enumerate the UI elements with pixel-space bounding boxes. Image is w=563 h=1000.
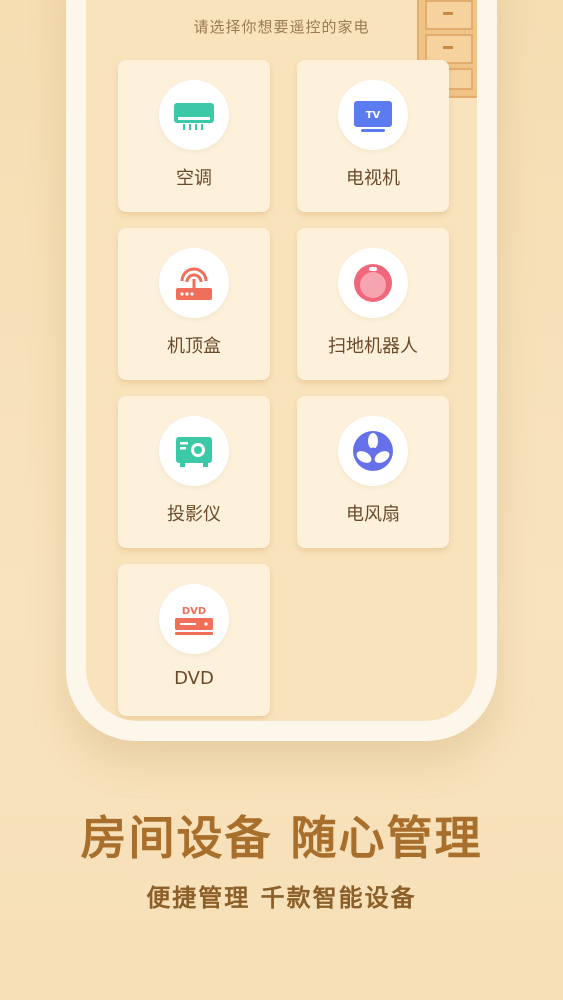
device-card-robot-vacuum[interactable]: 扫地机器人 xyxy=(297,228,449,380)
dvd-icon-text: DVD xyxy=(182,606,206,617)
device-label: 电风扇 xyxy=(346,504,400,525)
device-card-projector[interactable]: 投影仪 xyxy=(118,396,270,548)
device-label: 空调 xyxy=(176,168,212,189)
phone-screen: 请选择你想要遥控的家电 空调 TV 电视机 机顶盒 扫地机器人 投影仪 电风扇 … xyxy=(86,0,477,721)
fan-icon xyxy=(353,431,393,471)
device-label: 扫地机器人 xyxy=(328,336,418,357)
device-card-air-conditioner[interactable]: 空调 xyxy=(118,60,270,212)
robot-vacuum-icon xyxy=(354,264,392,302)
device-card-tv[interactable]: TV 电视机 xyxy=(297,60,449,212)
promo-tagline: 便捷管理 千款智能设备 xyxy=(146,884,417,912)
device-label: 投影仪 xyxy=(167,504,221,525)
device-label: 电视机 xyxy=(346,168,400,189)
tv-icon: TV xyxy=(354,101,392,132)
device-card-dvd[interactable]: DVD DVD xyxy=(118,564,270,716)
projector-icon xyxy=(176,437,212,467)
tv-icon-text: TV xyxy=(366,110,381,121)
select-appliance-prompt: 请选择你想要遥控的家电 xyxy=(193,18,370,36)
set-top-box-icon xyxy=(176,267,212,300)
dvd-player-icon: DVD xyxy=(175,606,213,635)
device-label: DVD xyxy=(174,668,214,689)
device-label: 机顶盒 xyxy=(167,336,221,357)
air-conditioner-icon xyxy=(174,103,214,130)
promo-headline: 房间设备 随心管理 xyxy=(80,811,483,865)
device-card-fan[interactable]: 电风扇 xyxy=(297,396,449,548)
device-card-set-top-box[interactable]: 机顶盒 xyxy=(118,228,270,380)
